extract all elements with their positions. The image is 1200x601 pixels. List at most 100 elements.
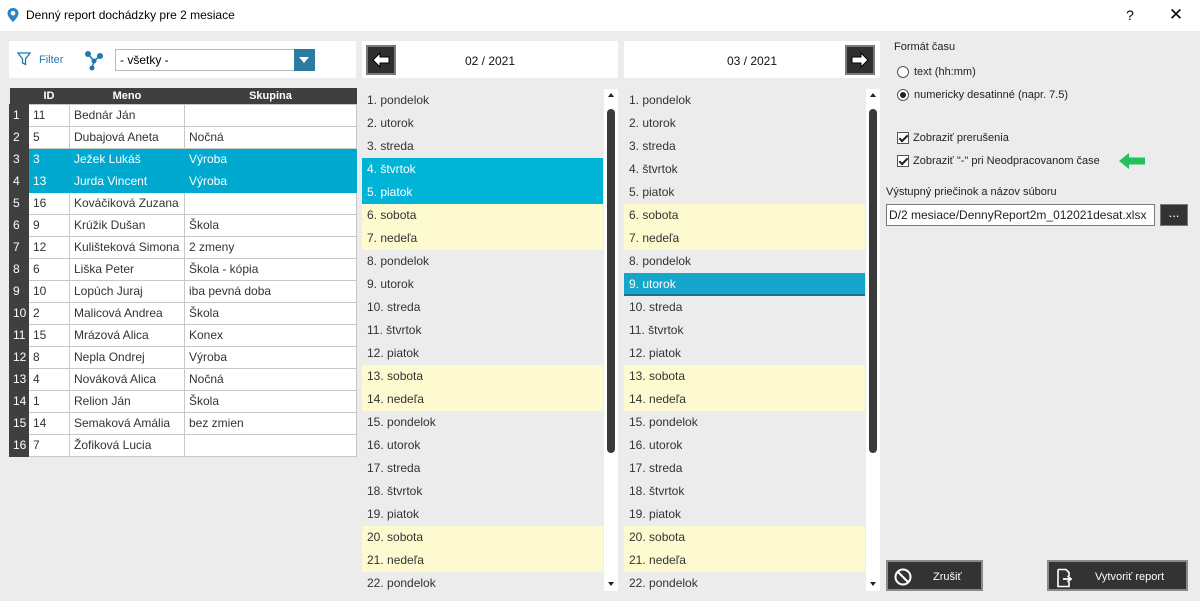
day-list-item[interactable]: 20. sobota <box>362 526 603 549</box>
day-list-item[interactable]: 16. utorok <box>624 434 865 457</box>
day-list-item[interactable]: 7. nedeľa <box>624 227 865 250</box>
table-row[interactable]: 10 2 Malicová Andrea Škola <box>9 301 357 325</box>
day-list-item[interactable]: 5. piatok <box>624 181 865 204</box>
radio-text-format-label[interactable]: text (hh:mm) <box>914 66 976 78</box>
column-header-name[interactable]: Meno <box>69 88 185 104</box>
day-list-item[interactable]: 1. pondelok <box>362 89 603 112</box>
table-row[interactable]: 1 11 Bednár Ján <box>9 103 357 127</box>
scroll-down-icon[interactable] <box>605 578 617 590</box>
table-row[interactable]: 14 1 Relion Ján Škola <box>9 389 357 413</box>
show-breaks-checkbox[interactable] <box>897 132 909 144</box>
cancel-button[interactable]: Zrušiť <box>886 560 983 591</box>
chevron-down-icon[interactable] <box>294 49 315 71</box>
day-list-item[interactable]: 22. pondelok <box>624 572 865 591</box>
help-button[interactable]: ? <box>1110 0 1150 31</box>
next-month-button[interactable] <box>845 45 875 75</box>
table-row[interactable]: 13 4 Nováková Alica Nočná <box>9 367 357 391</box>
cancel-button-label: Zrušiť <box>933 571 962 583</box>
green-arrow-left-icon <box>1119 153 1145 169</box>
column-header-id[interactable]: ID <box>28 88 70 104</box>
day-list-item[interactable]: 10. streda <box>624 296 865 319</box>
table-row[interactable]: 11 15 Mrázová Alica Konex <box>9 323 357 347</box>
month2-scrollbar[interactable] <box>866 89 880 591</box>
day-list-item[interactable]: 18. štvrtok <box>362 480 603 503</box>
day-list-item[interactable]: 15. pondelok <box>624 411 865 434</box>
table-row[interactable]: 5 16 Kováčiková Zuzana <box>9 191 357 215</box>
day-list-item[interactable]: 17. streda <box>362 457 603 480</box>
table-row[interactable]: 2 5 Dubajová Aneta Nočná <box>9 125 357 149</box>
browse-button[interactable]: ... <box>1160 204 1188 226</box>
day-list-item[interactable]: 11. štvrtok <box>624 319 865 342</box>
output-path-input[interactable]: D/2 mesiace/DennyReport2m_012021desat.xl… <box>886 204 1155 226</box>
row-number-cell: 8 <box>9 257 29 281</box>
table-row[interactable]: 8 6 Liška Peter Škola - kópia <box>9 257 357 281</box>
row-number-cell: 3 <box>9 147 29 171</box>
group-select[interactable]: - všetky - <box>115 49 315 71</box>
scroll-thumb[interactable] <box>869 109 877 453</box>
show-breaks-label[interactable]: Zobraziť prerušenia <box>913 132 1009 144</box>
table-row[interactable]: 16 7 Žofiková Lucia <box>9 433 357 457</box>
day-list-item[interactable]: 13. sobota <box>362 365 603 388</box>
scroll-down-icon[interactable] <box>867 578 879 590</box>
table-row[interactable]: 4 13 Jurda Vincent Výroba <box>9 169 357 193</box>
day-list-item[interactable]: 11. štvrtok <box>362 319 603 342</box>
day-list-item[interactable]: 21. nedeľa <box>362 549 603 572</box>
day-list-item[interactable]: 7. nedeľa <box>362 227 603 250</box>
day-list-item[interactable]: 12. piatok <box>362 342 603 365</box>
scroll-thumb[interactable] <box>607 109 615 453</box>
day-list-item[interactable]: 13. sobota <box>624 365 865 388</box>
filter-label[interactable]: Filter <box>39 54 63 66</box>
table-row[interactable]: 7 12 Kulištеková Simona 2 zmeny <box>9 235 357 259</box>
table-row[interactable]: 15 14 Semaková Amália bez zmien <box>9 411 357 435</box>
day-list-item[interactable]: 6. sobota <box>362 204 603 227</box>
day-list-item[interactable]: 2. utorok <box>624 112 865 135</box>
table-row[interactable]: 3 3 Ježek Lukáš Výroba <box>9 147 357 171</box>
radio-text-format[interactable] <box>897 66 909 78</box>
month1-scrollbar[interactable] <box>604 89 618 591</box>
day-list-item[interactable]: 19. piatok <box>624 503 865 526</box>
day-list-item[interactable]: 4. štvrtok <box>362 158 603 181</box>
day-list-item[interactable]: 4. štvrtok <box>624 158 865 181</box>
column-header-group[interactable]: Skupina <box>184 88 357 104</box>
day-list-item[interactable]: 22. pondelok <box>362 572 603 591</box>
radio-decimal-format-label[interactable]: numericky desatinné (napr. 7.5) <box>914 89 1068 101</box>
day-list-item[interactable]: 8. pondelok <box>624 250 865 273</box>
table-row[interactable]: 9 10 Lopúch Juraj iba pevná doba <box>9 279 357 303</box>
name-cell: Dubajová Aneta <box>69 125 185 149</box>
day-list-item[interactable]: 9. utorok <box>624 273 865 296</box>
id-cell: 10 <box>28 279 70 303</box>
day-list-item[interactable]: 12. piatok <box>624 342 865 365</box>
day-list-item[interactable]: 5. piatok <box>362 181 603 204</box>
show-dash-label[interactable]: Zobraziť "-" pri Neodpracovanom čase <box>913 155 1100 167</box>
day-list-item[interactable]: 14. nedeľa <box>624 388 865 411</box>
month2-day-list[interactable]: 1. pondelok 2. utorok 3. streda 4. štvrtok 5… <box>624 89 865 591</box>
day-list-item[interactable]: 10. streda <box>362 296 603 319</box>
table-row[interactable]: 12 8 Nepla Ondrej Výroba <box>9 345 357 369</box>
close-button[interactable]: ✕ <box>1152 0 1200 31</box>
day-list-item[interactable]: 6. sobota <box>624 204 865 227</box>
day-list-item[interactable]: 3. streda <box>362 135 603 158</box>
day-list-item[interactable]: 2. utorok <box>362 112 603 135</box>
day-list-item[interactable]: 14. nedeľa <box>362 388 603 411</box>
day-list-item[interactable]: 18. štvrtok <box>624 480 865 503</box>
name-cell: Liška Peter <box>69 257 185 281</box>
day-list-item[interactable]: 19. piatok <box>362 503 603 526</box>
show-dash-checkbox[interactable] <box>897 155 909 167</box>
day-list-item[interactable]: 8. pondelok <box>362 250 603 273</box>
day-list-item[interactable]: 15. pondelok <box>362 411 603 434</box>
table-row[interactable]: 6 9 Krúžik Dušan Škola <box>9 213 357 237</box>
scroll-up-icon[interactable] <box>605 90 617 102</box>
scroll-up-icon[interactable] <box>867 90 879 102</box>
day-list-item[interactable]: 3. streda <box>624 135 865 158</box>
filter-bar: Filter - všetky - <box>9 41 356 78</box>
day-list-item[interactable]: 16. utorok <box>362 434 603 457</box>
day-list-item[interactable]: 20. sobota <box>624 526 865 549</box>
radio-decimal-format[interactable] <box>897 89 909 101</box>
day-list-item[interactable]: 17. streda <box>624 457 865 480</box>
month1-day-list[interactable]: 1. pondelok 2. utorok 3. streda 4. štvrtok 5… <box>362 89 603 591</box>
day-list-item[interactable]: 9. utorok <box>362 273 603 296</box>
day-list-item[interactable]: 1. pondelok <box>624 89 865 112</box>
day-list-item[interactable]: 21. nedeľa <box>624 549 865 572</box>
filter-icon[interactable] <box>17 52 31 66</box>
create-report-button[interactable]: Vytvoriť report <box>1047 560 1188 591</box>
